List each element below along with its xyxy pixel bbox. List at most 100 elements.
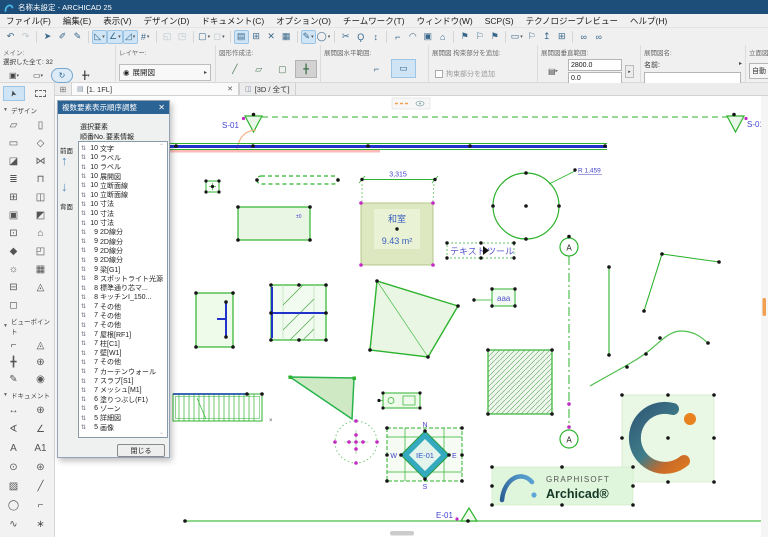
constrain-checkbox[interactable] <box>435 70 443 78</box>
list-item[interactable]: ⇅10立断面線 <box>79 190 167 199</box>
lamp-tool[interactable]: ☼ <box>2 260 26 278</box>
list-item[interactable]: ⇅7壁[W1] <box>79 349 167 358</box>
railing-tool[interactable]: ⊓ <box>29 170 53 188</box>
stair-tool[interactable]: ≣ <box>2 170 26 188</box>
arrow-tool[interactable]: ➤ <box>3 86 25 101</box>
zone-tool[interactable]: ◰ <box>29 242 53 260</box>
layers-icon[interactable]: ▤ <box>234 30 249 44</box>
menu-item-4[interactable]: ドキュメント(C) <box>195 15 270 27</box>
xref-icon[interactable]: ∞ <box>591 30 606 44</box>
marker-flag-icon[interactable]: ⚑ <box>457 30 472 44</box>
skylight-tool[interactable]: ◩ <box>29 206 53 224</box>
grid-element-tool[interactable]: ⊟ <box>2 278 26 296</box>
spline-element[interactable] <box>590 331 710 386</box>
list-item[interactable]: ⇅10文字 <box>79 144 167 153</box>
hotlink-icon[interactable]: ∞ <box>576 30 591 44</box>
selection-mode-icon[interactable]: ▣▾ <box>3 68 25 83</box>
trace-reference-icon[interactable]: ◱ <box>160 30 175 44</box>
list-item[interactable]: ⇅92D線分 <box>79 228 167 237</box>
spline-tool[interactable]: ∿ <box>2 515 26 534</box>
menu-item-10[interactable]: ヘルプ(H) <box>624 15 673 27</box>
snap-guides-icon[interactable]: ∠▾ <box>107 30 123 44</box>
list-item[interactable]: ⇅10寸法 <box>79 209 167 218</box>
split-icon[interactable]: ✂ <box>338 30 353 44</box>
list-item[interactable]: ⇅10ラベル <box>79 163 167 172</box>
menu-item-2[interactable]: 表示(V) <box>97 15 137 27</box>
radial-dimension-tool[interactable]: ∠ <box>29 420 53 439</box>
wall-element[interactable] <box>116 144 607 153</box>
menu-item-5[interactable]: オプション(O) <box>270 15 337 27</box>
camera-tool[interactable]: ◉ <box>29 371 53 388</box>
fillet-icon[interactable]: ⌐ <box>390 30 405 44</box>
triangle-fill-element[interactable] <box>289 376 357 420</box>
window-marker-icon[interactable]: ⚐ <box>524 30 539 44</box>
marker-tool[interactable]: ⊙ <box>2 458 26 477</box>
snap-points-icon[interactable]: ◿▾ <box>123 30 138 44</box>
guide-lines-icon[interactable]: ◺▾ <box>92 30 107 44</box>
marker-arc-icon[interactable]: ⚑ <box>487 30 502 44</box>
undo-icon[interactable]: ↶ <box>3 30 18 44</box>
angle-dimension-tool[interactable]: ∢ <box>2 420 26 439</box>
list-item[interactable]: ⇅7その他 <box>79 321 167 330</box>
element-list[interactable]: ⇅10文字⇅10ラベル⇅10ラベル⇅10展開図⇅10立断面線⇅10立断面線⇅10… <box>78 141 168 438</box>
list-item[interactable]: ⇅7スラブ[S1] <box>79 376 167 385</box>
limited-range-icon[interactable]: ⌐ <box>364 59 389 78</box>
single-segment-icon[interactable]: ╱ <box>224 60 246 78</box>
lamp-element[interactable] <box>333 419 379 465</box>
list-item[interactable]: ⇅92D線分 <box>79 237 167 246</box>
change-tool[interactable]: ⊛ <box>29 458 53 477</box>
shell-tool[interactable]: ⋈ <box>29 152 53 170</box>
menu-item-9[interactable]: テクノロジープレビュー <box>520 15 624 27</box>
grid-line-a[interactable]: A A <box>560 235 578 448</box>
infinite-range-icon[interactable]: ▭ <box>391 59 416 78</box>
archicad-c-image[interactable] <box>620 393 716 484</box>
marker-flag-2-icon[interactable]: ⚐ <box>472 30 487 44</box>
dimension-3315[interactable]: 3,315 <box>359 172 438 202</box>
menu-item-7[interactable]: ウィンドウ(W) <box>411 15 479 27</box>
elevation-line-e01[interactable]: E-01 <box>183 508 768 523</box>
resize-icon[interactable]: ▣ <box>420 30 435 44</box>
list-item[interactable]: ⇅8標準通り芯マ... <box>79 283 167 292</box>
truss-tool[interactable]: ◬ <box>29 278 53 296</box>
inject-parameters-icon[interactable]: ✎ <box>70 30 85 44</box>
elevation-tool[interactable]: ◬ <box>29 337 53 354</box>
elevation-auto-button[interactable]: 自動 <box>749 63 768 79</box>
trace-mini-toolbar[interactable] <box>392 98 430 109</box>
line-element[interactable] <box>607 265 611 357</box>
list-item[interactable]: ⇅7その他 <box>79 358 167 367</box>
opening-tool[interactable]: ⊡ <box>2 224 26 242</box>
grid-marker-object[interactable] <box>204 179 220 193</box>
list-item[interactable]: ⇅7その他 <box>79 302 167 311</box>
layer-combo[interactable]: ◉ 展開図 ▸ <box>119 64 211 81</box>
menu-item-0[interactable]: ファイル(F) <box>0 15 57 27</box>
vert-top-input[interactable] <box>568 59 622 71</box>
door-marker-icon[interactable]: ▭▾ <box>509 30 524 44</box>
slab-element[interactable]: ±0 <box>236 205 312 242</box>
menu-item-6[interactable]: チームワーク(T) <box>337 15 411 27</box>
marquee-options-icon[interactable]: ▢▾ <box>197 30 212 44</box>
zone-element[interactable]: 和室 9.43 m² <box>359 201 435 267</box>
circle-tool[interactable]: ◯ <box>2 496 26 515</box>
list-item[interactable]: ⇅6塗りつぶし(F1) <box>79 395 167 404</box>
tab-overview-icon[interactable]: ⊞ <box>55 83 71 95</box>
fit-icon[interactable]: ✕ <box>264 30 279 44</box>
list-item[interactable]: ⇅7メッシュ[M1] <box>79 386 167 395</box>
window-tool[interactable]: ▣ <box>2 206 26 224</box>
list-item[interactable]: ⇅10寸法 <box>79 200 167 209</box>
dimension-options-icon[interactable]: ⊞ <box>249 30 264 44</box>
lock-icon[interactable]: ◻▾ <box>212 30 227 44</box>
list-item[interactable]: ⇅10展開図 <box>79 172 167 181</box>
list-item[interactable]: ⇅6ゾーン <box>79 404 167 413</box>
list-item[interactable]: ⇅7その他 <box>79 311 167 320</box>
grid-system-icon[interactable]: ⊞ <box>554 30 569 44</box>
close-button[interactable]: 閉じる <box>117 444 165 457</box>
measure-icon[interactable]: ↕ <box>368 30 383 44</box>
pickup-parameters-icon[interactable]: ✐ <box>55 30 70 44</box>
frame-icon[interactable]: ▦ <box>279 30 294 44</box>
palette-titlebar[interactable]: 複数要素表示順序調整 ✕ <box>58 101 169 114</box>
object-tool[interactable]: ⌂ <box>29 224 53 242</box>
text-element[interactable]: テキスト ツール <box>445 241 515 259</box>
rect-method-icon[interactable]: ▢ <box>272 60 294 78</box>
arc-segment-icon[interactable]: ◯▾ <box>316 30 332 44</box>
list-item[interactable]: ⇅5画像 <box>79 423 167 432</box>
